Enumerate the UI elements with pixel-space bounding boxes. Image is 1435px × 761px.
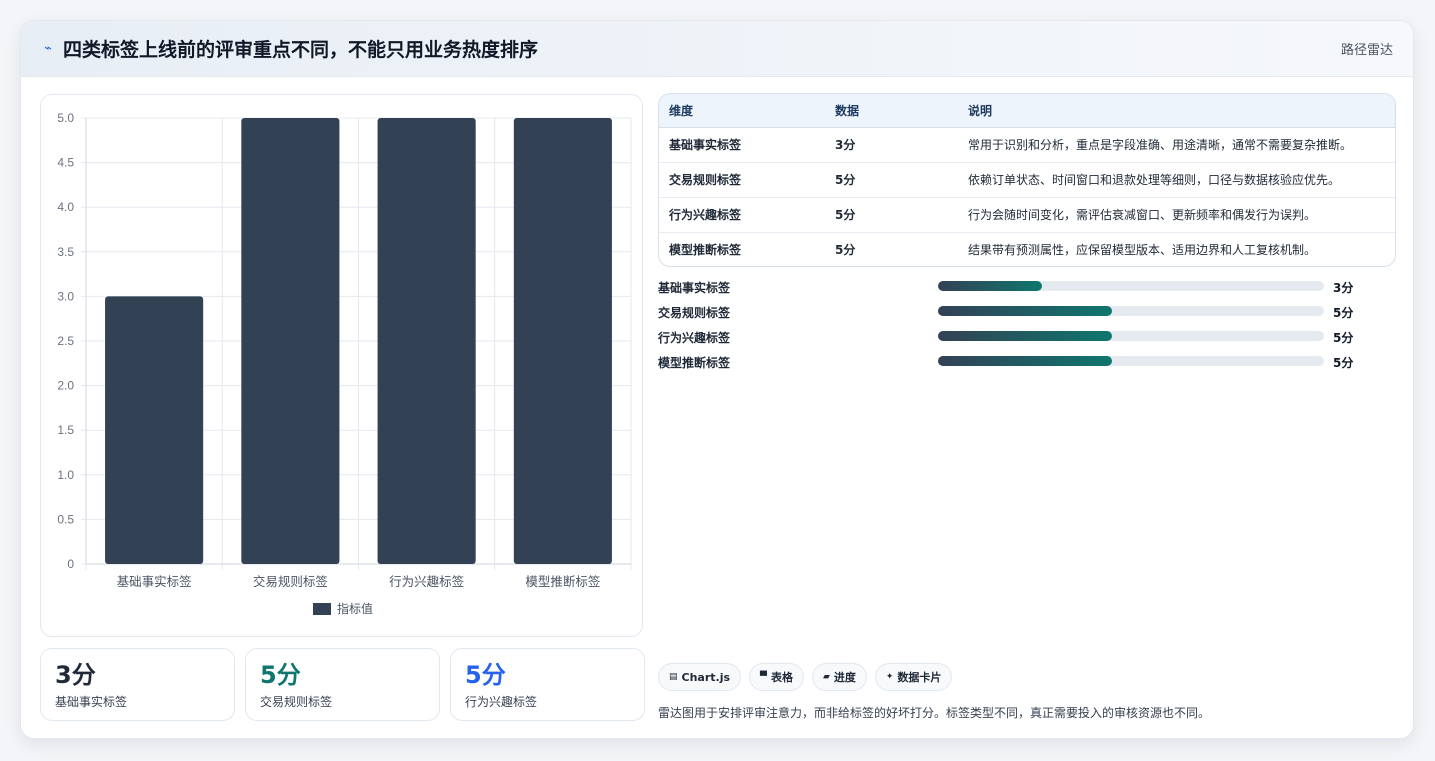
chip-icon: ▤ [669,672,678,682]
table-cell: 依赖订单状态、时间窗口和退款处理等细则，口径与数据核验应优先。 [968,162,1395,198]
progress-value: 3分 [1333,281,1354,295]
data-table: 维度 数据 说明 基础事实标签 3分 常用于识别和分析，重点是字段准确、用途清晰，通常不… [658,93,1396,267]
progress-row: 行为兴趣标签 5分 [658,326,1398,351]
bar [105,296,204,564]
y-tick-label: 1.0 [57,468,74,482]
page-title: 四类标签上线前的评审重点不同，不能只用业务热度排序 [63,39,539,61]
bar [513,118,612,564]
table-row: 交易规则标签 5分 依赖订单状态、时间窗口和退款处理等细则，口径与数据核验应优先。 [659,162,1395,198]
bar [241,118,340,564]
stat-value: 3分 [55,661,96,689]
progress-list: 基础事实标签 3分 交易规则标签 5分 行为兴趣标签 5分 模型推断标签 5分 [658,276,1398,376]
x-tick-label: 基础事实标签 [117,574,193,589]
table-cell: 基础事实标签 [659,127,835,163]
progress-track [938,356,1324,366]
x-tick-label: 行为兴趣标签 [389,574,465,589]
progress-track [938,331,1324,341]
bar [377,118,476,564]
progress-fill [938,356,1112,366]
chip-list: ▤ Chart.js ▀ 表格 ▰ 进度 ✦ 数据卡片 [658,663,953,691]
y-tick-label: 5.0 [57,111,74,125]
chip-icon: ▀ [760,672,767,682]
table-cell: 5分 [835,197,968,233]
x-tick-label: 模型推断标签 [525,574,601,589]
stat-label: 交易规则标签 [260,695,333,709]
progress-value: 5分 [1333,356,1354,370]
stat-value: 5分 [465,661,506,689]
table-header-row: 维度 数据 说明 [659,94,1395,128]
spark-icon: ⌁ [44,41,52,56]
y-tick-label: 4.0 [57,200,74,214]
bar-chart-svg: 0 0.5 1.0 1.5 2.0 2.5 3.0 3.5 4.0 4.5 5.0 基础事实标签 交易规… [57,111,632,616]
table-header-cell: 维度 [659,94,835,128]
table-cell: 交易规则标签 [659,162,835,198]
stat-card: 3分基础事实标签 [40,648,235,721]
table-cell: 常用于识别和分析，重点是字段准确、用途清晰，通常不需要复杂推断。 [968,127,1395,163]
radar-link[interactable]: 路径雷达 [1341,39,1393,58]
chip-label: 数据卡片 [897,671,942,684]
y-tick-label: 0.5 [57,512,74,526]
progress-label: 交易规则标签 [658,306,731,320]
chip-label: Chart.js [681,670,731,684]
progress-label: 基础事实标签 [658,281,731,295]
stat-card: 5分交易规则标签 [245,648,440,721]
progress-value: 5分 [1333,331,1354,345]
legend-swatch [313,603,331,615]
legend-label: 指标值 [337,601,373,616]
stat-label: 行为兴趣标签 [465,695,538,709]
progress-row: 模型推断标签 5分 [658,351,1398,376]
table-cell: 5分 [835,243,856,258]
stat-value: 5分 [260,661,301,689]
stat-label: 基础事实标签 [55,695,128,709]
chip-icon: ✦ [885,672,894,682]
y-tick-label: 4.5 [57,156,74,170]
x-tick-label: 交易规则标签 [253,574,329,589]
tag-chip[interactable]: ▰ 进度 [811,663,867,691]
progress-fill [938,281,1043,291]
bar-chart: 0 0.5 1.0 1.5 2.0 2.5 3.0 3.5 4.0 4.5 5.0 基础事实标签 交易规… [40,94,643,637]
progress-label: 行为兴趣标签 [658,331,731,345]
progress-value: 5分 [1333,306,1354,320]
chip-icon: ▰ [822,672,830,682]
progress-track [938,281,1324,291]
table-header-cell: 说明 [968,94,1395,128]
table-row: 模型推断标签 5分 结果带有预测属性，应保留模型版本、适用边界和人工复核机制。 [659,232,1395,266]
tag-chip[interactable]: ✦ 数据卡片 [874,663,953,691]
progress-track [938,306,1324,316]
stat-card: 5分行为兴趣标签 [450,648,645,721]
progress-row: 基础事实标签 3分 [658,276,1398,301]
card-header: ⌁ 四类标签上线前的评审重点不同，不能只用业务热度排序 路径雷达 [21,21,1413,77]
y-tick-label: 0 [67,557,74,571]
footnote: 雷达图用于安排评审注意力，而非给标签的好坏打分。标签类型不同，真正需要投入的审核… [658,706,1211,720]
chip-label: 表格 [770,671,793,684]
table-header-cell: 数据 [835,94,968,128]
table-cell: 行为会随时间变化，需评估衰减窗口、更新频率和偶发行为误判。 [968,197,1395,233]
progress-row: 交易规则标签 5分 [658,301,1398,326]
table-cell: 3分 [835,127,968,163]
table-row: 基础事实标签 3分 常用于识别和分析，重点是字段准确、用途清晰，通常不需要复杂推断。 [659,127,1395,163]
tag-chip[interactable]: ▀ 表格 [749,663,804,691]
tag-chip[interactable]: ▤ Chart.js [658,663,742,691]
y-tick-label: 2.5 [57,334,74,348]
y-tick-label: 1.5 [57,423,74,437]
progress-fill [938,331,1112,341]
chip-label: 进度 [833,671,856,684]
table-cell: 结果带有预测属性，应保留模型版本、适用边界和人工复核机制。 [968,243,1317,258]
y-tick-label: 2.0 [57,379,74,393]
table-cell: 模型推断标签 [669,243,742,258]
y-tick-label: 3.5 [57,245,74,259]
progress-fill [938,306,1112,316]
table-cell: 行为兴趣标签 [659,197,835,233]
y-tick-label: 3.0 [57,289,74,303]
table-row: 行为兴趣标签 5分 行为会随时间变化，需评估衰减窗口、更新频率和偶发行为误判。 [659,197,1395,233]
main-card: ⌁ 四类标签上线前的评审重点不同，不能只用业务热度排序 路径雷达 0 0.5 1.0… [20,20,1414,739]
progress-label: 模型推断标签 [658,356,731,370]
table-cell: 5分 [835,162,968,198]
